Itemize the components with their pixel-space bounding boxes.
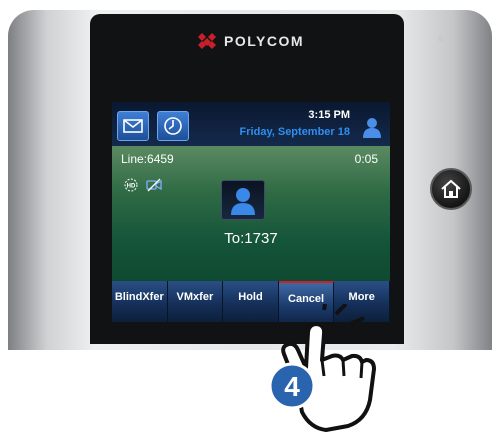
svg-text:HD: HD	[127, 184, 136, 190]
envelope-icon	[123, 119, 143, 133]
home-icon	[441, 179, 461, 198]
call-destination: To:1737	[224, 230, 278, 247]
messages-button[interactable]	[117, 111, 149, 141]
contact-avatar	[221, 180, 265, 220]
call-timer: 0:05	[354, 152, 378, 166]
status-bar: 3:15 PM Friday, September 18	[112, 102, 390, 146]
softkey-blindxfer[interactable]: BlindXfer	[112, 281, 168, 322]
home-button[interactable]	[430, 168, 472, 210]
clock-icon	[164, 117, 182, 135]
mute-icon	[146, 178, 162, 192]
line-label: Line:6459	[121, 152, 174, 166]
brand-name: POLYCOM	[224, 33, 304, 49]
brand-logo: POLYCOM	[196, 30, 304, 52]
status-time: 3:15 PM	[308, 109, 350, 121]
active-call-panel[interactable]: Line:6459 0:05 HD To:1737	[112, 146, 390, 281]
step-number: 4	[284, 371, 300, 402]
softkey-vmxfer[interactable]: VMxfer	[167, 281, 224, 322]
polycom-logo-icon	[198, 33, 216, 49]
contact-person-icon	[231, 188, 255, 215]
recent-calls-button[interactable]	[157, 111, 189, 141]
hd-icon: HD	[124, 178, 138, 192]
status-led	[438, 36, 444, 42]
status-date: Friday, September 18	[239, 126, 350, 138]
step-pointer-graphic: 4	[268, 304, 376, 432]
phone-screen: 3:15 PM Friday, September 18 Line:6459 0…	[112, 102, 390, 322]
user-icon[interactable]	[360, 116, 384, 138]
